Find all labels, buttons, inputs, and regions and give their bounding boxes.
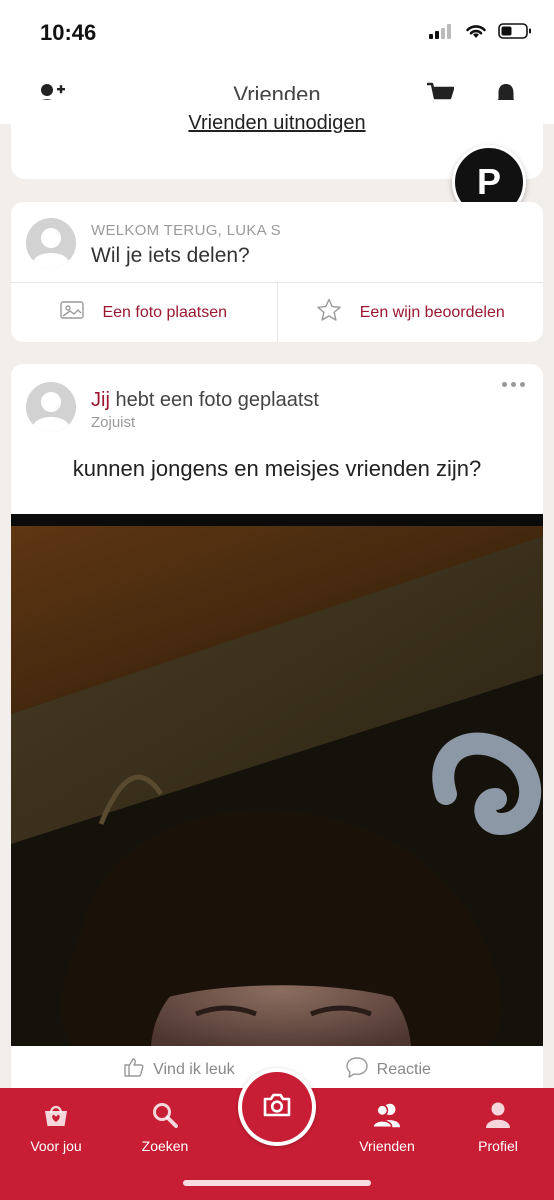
comment-button[interactable]: Reactie: [345, 1056, 431, 1083]
tab-profiel[interactable]: Profiel: [443, 1100, 553, 1154]
invite-friends-link[interactable]: Vrienden uitnodigen: [11, 112, 543, 135]
post-card: Jij hebt een foto geplaatst Zojuist kunn…: [11, 364, 543, 1094]
tab-zoeken[interactable]: Zoeken: [110, 1100, 220, 1154]
status-icons: [428, 22, 532, 45]
more-options-icon[interactable]: [502, 382, 525, 387]
comment-label: Reactie: [376, 1060, 431, 1078]
post-author: Jij hebt een foto geplaatst: [91, 389, 319, 412]
search-icon: [150, 1100, 180, 1130]
tab-vrienden[interactable]: Vrienden: [332, 1100, 442, 1154]
tab-voor-jou[interactable]: Voor jou: [1, 1100, 111, 1154]
bag-icon: [41, 1100, 71, 1130]
thumbs-up-icon: [123, 1056, 145, 1083]
post-author-name[interactable]: Jij: [91, 389, 110, 411]
post-time: Zojuist: [91, 414, 136, 431]
tab-vrienden-label: Vrienden: [359, 1138, 415, 1154]
star-icon: [316, 298, 342, 327]
share-actions: Een foto plaatsen Een wijn beoordelen: [11, 282, 543, 342]
like-label: Vind ik leuk: [153, 1060, 235, 1078]
rate-wine-label: Een wijn beoordelen: [359, 303, 505, 321]
tab-profiel-label: Profiel: [478, 1138, 518, 1154]
cellular-signal-icon: [428, 22, 454, 45]
battery-icon: [498, 22, 532, 45]
share-prompt[interactable]: Wil je iets delen?: [91, 244, 250, 268]
comment-icon: [345, 1056, 369, 1083]
post-photo[interactable]: [11, 514, 543, 1046]
status-bar: 10:46: [0, 0, 554, 62]
photo-icon: [60, 300, 85, 325]
profile-icon: [483, 1100, 513, 1130]
camera-button[interactable]: [238, 1068, 316, 1146]
post-author-action: hebt een foto geplaatst: [109, 389, 319, 411]
post-photo-button[interactable]: Een foto plaatsen: [11, 283, 277, 342]
post-photo-label: Een foto plaatsen: [102, 303, 228, 321]
welcome-text: WELKOM TERUG, LUKA S: [91, 222, 281, 239]
post-text: kunnen jongens en meisjes vrienden zijn?: [72, 456, 482, 481]
like-button[interactable]: Vind ik leuk: [123, 1056, 235, 1083]
home-indicator: [183, 1180, 371, 1186]
wifi-icon: [464, 22, 488, 45]
tab-zoeken-label: Zoeken: [141, 1138, 189, 1154]
friends-icon: [372, 1100, 402, 1130]
avatar: [26, 218, 76, 268]
camera-icon: [262, 1092, 292, 1123]
post-avatar[interactable]: [26, 382, 76, 432]
share-card: WELKOM TERUG, LUKA S Wil je iets delen? …: [11, 202, 543, 342]
rate-wine-button[interactable]: Een wijn beoordelen: [276, 283, 544, 342]
tab-voor-jou-label: Voor jou: [30, 1138, 82, 1154]
status-time: 10:46: [40, 20, 97, 45]
